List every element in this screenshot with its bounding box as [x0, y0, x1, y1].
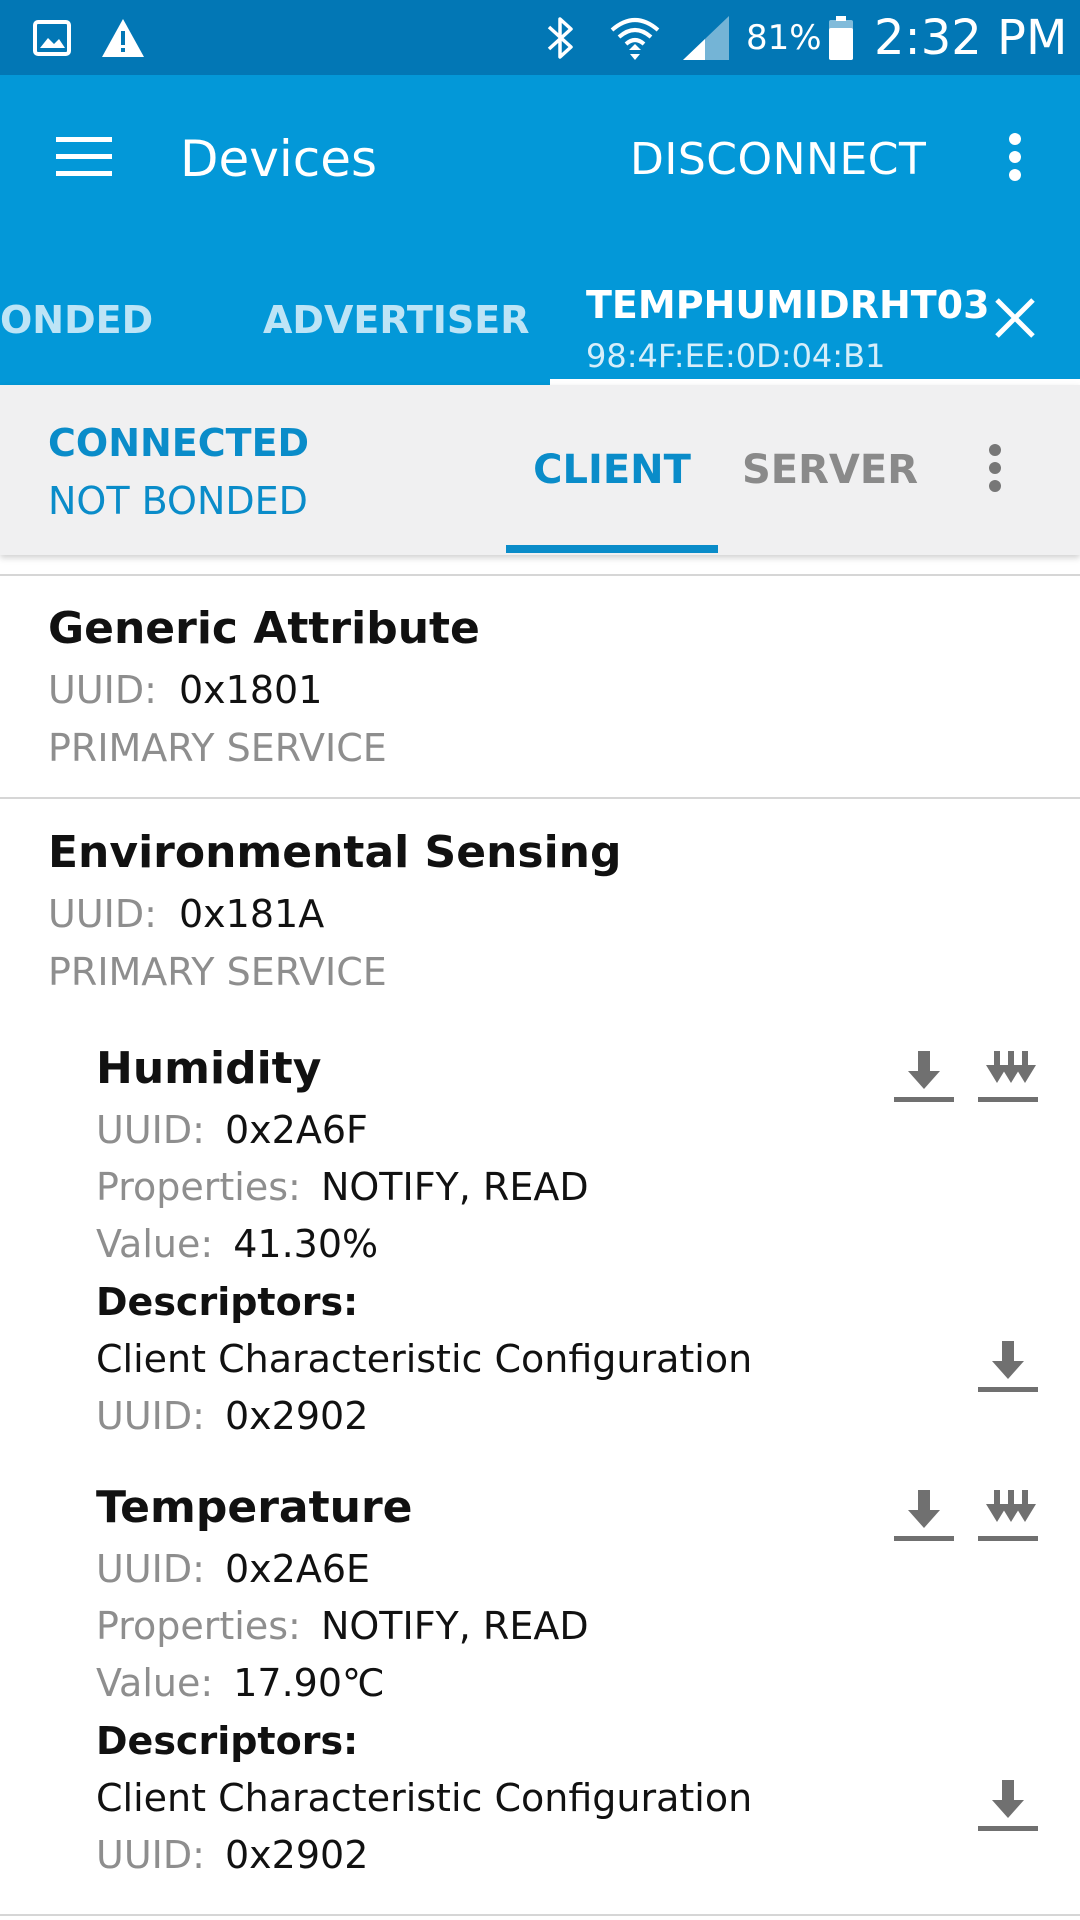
uuid-value: 0x2A6F [225, 1108, 368, 1152]
descriptors-heading: Descriptors: [96, 1719, 359, 1763]
descriptor-uuid: UUID: 0x2902 [96, 1394, 368, 1438]
image-icon [32, 0, 72, 75]
value-text: 41.30% [233, 1222, 379, 1266]
characteristic-uuid: UUID: 0x2A6E [96, 1547, 370, 1591]
read-descriptor-button[interactable] [973, 1773, 1043, 1843]
characteristic-properties: Properties: NOTIFY, READ [96, 1165, 589, 1209]
characteristic-value: Value: 17.90℃ [96, 1661, 385, 1705]
read-button[interactable] [889, 1483, 959, 1553]
bluetooth-icon [542, 0, 578, 75]
clock: 2:32 PM [874, 9, 1068, 66]
uuid-label: UUID: [96, 1833, 205, 1877]
warning-icon [100, 0, 146, 75]
overflow-menu-button[interactable] [980, 115, 1050, 203]
download-icon [894, 1049, 954, 1109]
device-name: TEMPHUMIDRHT03 [586, 283, 990, 327]
tab-server[interactable]: SERVER [730, 385, 930, 555]
read-descriptor-button[interactable] [973, 1334, 1043, 1404]
divider [0, 1914, 1080, 1916]
uuid-value: 0x2902 [225, 1394, 369, 1438]
characteristic-uuid: UUID: 0x2A6F [96, 1108, 368, 1152]
descriptor-name: Client Characteristic Configuration [96, 1776, 753, 1820]
device-mac-address: 98:4F:EE:0D:04:B1 [586, 337, 886, 375]
multiple-download-icon [978, 1049, 1038, 1109]
characteristic-name[interactable]: Humidity [96, 1043, 321, 1094]
multiple-download-icon [978, 1488, 1038, 1548]
tab-client[interactable]: CLIENT [506, 385, 718, 555]
value-label: Value: [96, 1661, 214, 1705]
service-name[interactable]: Generic Attribute [48, 603, 480, 654]
uuid-label: UUID: [96, 1108, 205, 1152]
uuid-value: 0x2A6E [225, 1547, 371, 1591]
service-type: PRIMARY SERVICE [48, 950, 387, 994]
descriptors-heading: Descriptors: [96, 1280, 359, 1324]
tab-indicator [506, 545, 718, 553]
divider [0, 797, 1080, 799]
download-icon [978, 1339, 1038, 1399]
characteristic-name[interactable]: Temperature [96, 1482, 413, 1533]
descriptor-uuid: UUID: 0x2902 [96, 1833, 368, 1877]
service-uuid: UUID: 0x181A [48, 892, 324, 936]
battery-icon [826, 0, 856, 75]
connection-overflow-button[interactable] [965, 425, 1025, 515]
disconnect-button[interactable]: DISCONNECT [630, 115, 926, 203]
download-icon [894, 1488, 954, 1548]
service-name[interactable]: Environmental Sensing [48, 827, 621, 878]
read-button[interactable] [889, 1044, 959, 1114]
uuid-value: 0x1801 [179, 668, 323, 712]
descriptor-name: Client Characteristic Configuration [96, 1337, 753, 1381]
uuid-label: UUID: [96, 1547, 205, 1591]
uuid-value: 0x2902 [225, 1833, 369, 1877]
connection-bar: CONNECTED NOT BONDED CLIENT SERVER [0, 385, 1080, 555]
close-icon [994, 297, 1036, 343]
service-type: PRIMARY SERVICE [48, 726, 387, 770]
close-tab-button[interactable] [980, 285, 1050, 355]
bond-state: NOT BONDED [48, 479, 308, 523]
tab-device[interactable]: TEMPHUMIDRHT03 98:4F:EE:0D:04:B1 [550, 255, 1080, 385]
properties-value: NOTIFY, READ [320, 1604, 589, 1648]
more-vert-icon [1008, 132, 1022, 186]
download-icon [978, 1778, 1038, 1838]
properties-value: NOTIFY, READ [320, 1165, 589, 1209]
value-label: Value: [96, 1222, 214, 1266]
uuid-value: 0x181A [179, 892, 325, 936]
page-title: Devices [180, 130, 378, 188]
uuid-label: UUID: [48, 668, 157, 712]
app-bar: Devices DISCONNECT ONDED ADVERTISER TEMP… [0, 75, 1080, 385]
notify-button[interactable] [973, 1044, 1043, 1114]
connection-state: CONNECTED [48, 421, 310, 465]
properties-label: Properties: [96, 1165, 301, 1209]
wifi-icon [606, 0, 664, 75]
more-vert-icon [988, 443, 1002, 497]
tab-bonded[interactable]: ONDED [0, 255, 160, 385]
notify-button[interactable] [973, 1483, 1043, 1553]
signal-icon [680, 0, 732, 75]
status-bar: 81% 2:32 PM [0, 0, 1080, 75]
properties-label: Properties: [96, 1604, 301, 1648]
characteristic-value: Value: 41.30% [96, 1222, 378, 1266]
uuid-label: UUID: [48, 892, 157, 936]
characteristic-properties: Properties: NOTIFY, READ [96, 1604, 589, 1648]
uuid-label: UUID: [96, 1394, 205, 1438]
menu-button[interactable] [40, 115, 128, 203]
value-text: 17.90℃ [233, 1661, 385, 1705]
battery-percent: 81% [746, 17, 822, 58]
hamburger-icon [54, 135, 114, 183]
divider [0, 574, 1080, 576]
service-uuid: UUID: 0x1801 [48, 668, 322, 712]
tab-advertiser[interactable]: ADVERTISER [263, 255, 530, 385]
